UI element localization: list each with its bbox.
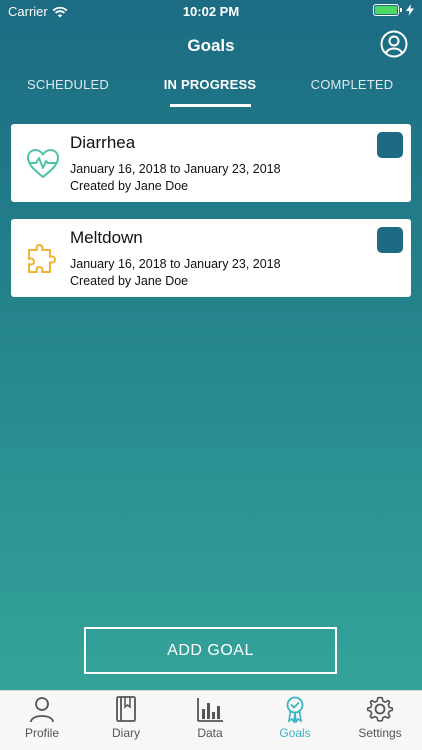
puzzle-piece-icon xyxy=(28,244,56,273)
tabbar-item-diary[interactable]: Diary xyxy=(84,691,168,750)
goal-creator: Created by Jane Doe xyxy=(70,274,189,288)
add-goal-button[interactable]: ADD GOAL xyxy=(84,627,337,674)
gear-icon xyxy=(366,696,394,722)
tabbar-item-settings[interactable]: Settings xyxy=(338,691,422,750)
book-icon xyxy=(116,696,136,722)
heart-pulse-icon xyxy=(27,149,59,178)
active-tab-indicator xyxy=(170,104,251,107)
tab-scheduled[interactable]: SCHEDULED xyxy=(18,76,118,110)
status-time: 10:02 PM xyxy=(182,4,240,19)
person-icon xyxy=(30,697,54,723)
tabbar-label: Data xyxy=(197,726,223,740)
tab-completed[interactable]: COMPLETED xyxy=(302,76,402,110)
bottom-tab-bar: Profile Diary Data Goals Settings xyxy=(0,690,422,750)
goal-checkbox[interactable] xyxy=(377,227,403,253)
goal-title: Meltdown xyxy=(70,228,143,247)
tabbar-label: Diary xyxy=(111,726,140,740)
goal-dates: January 16, 2018 to January 23, 2018 xyxy=(70,162,281,176)
goal-checkbox[interactable] xyxy=(377,132,403,158)
tabbar-item-data[interactable]: Data xyxy=(168,691,252,750)
charging-bolt-icon xyxy=(406,4,414,16)
battery-icon xyxy=(373,4,402,16)
goal-creator: Created by Jane Doe xyxy=(70,179,189,193)
award-ribbon-icon xyxy=(286,696,304,723)
tabbar-label: Settings xyxy=(358,726,402,740)
goals-screen: Carrier 10:02 PM Goals SCHEDULED IN PROG… xyxy=(0,0,422,690)
bar-chart-icon xyxy=(197,698,223,722)
goal-dates: January 16, 2018 to January 23, 2018 xyxy=(70,257,281,271)
profile-button[interactable] xyxy=(380,30,408,58)
goal-title: Diarrhea xyxy=(70,133,136,152)
goal-status-tabs: SCHEDULED IN PROGRESS COMPLETED xyxy=(0,76,422,110)
page-title: Goals xyxy=(187,36,235,55)
goal-card-meltdown[interactable]: Meltdown January 16, 2018 to January 23,… xyxy=(11,219,411,297)
tabbar-item-profile[interactable]: Profile xyxy=(0,691,84,750)
goal-card-diarrhea[interactable]: Diarrhea January 16, 2018 to January 23,… xyxy=(11,124,411,202)
tabbar-item-goals[interactable]: Goals xyxy=(253,691,337,750)
status-bar: Carrier 10:02 PM xyxy=(0,0,422,24)
tabbar-label: Goals xyxy=(279,726,311,740)
tabbar-label: Profile xyxy=(24,726,59,740)
